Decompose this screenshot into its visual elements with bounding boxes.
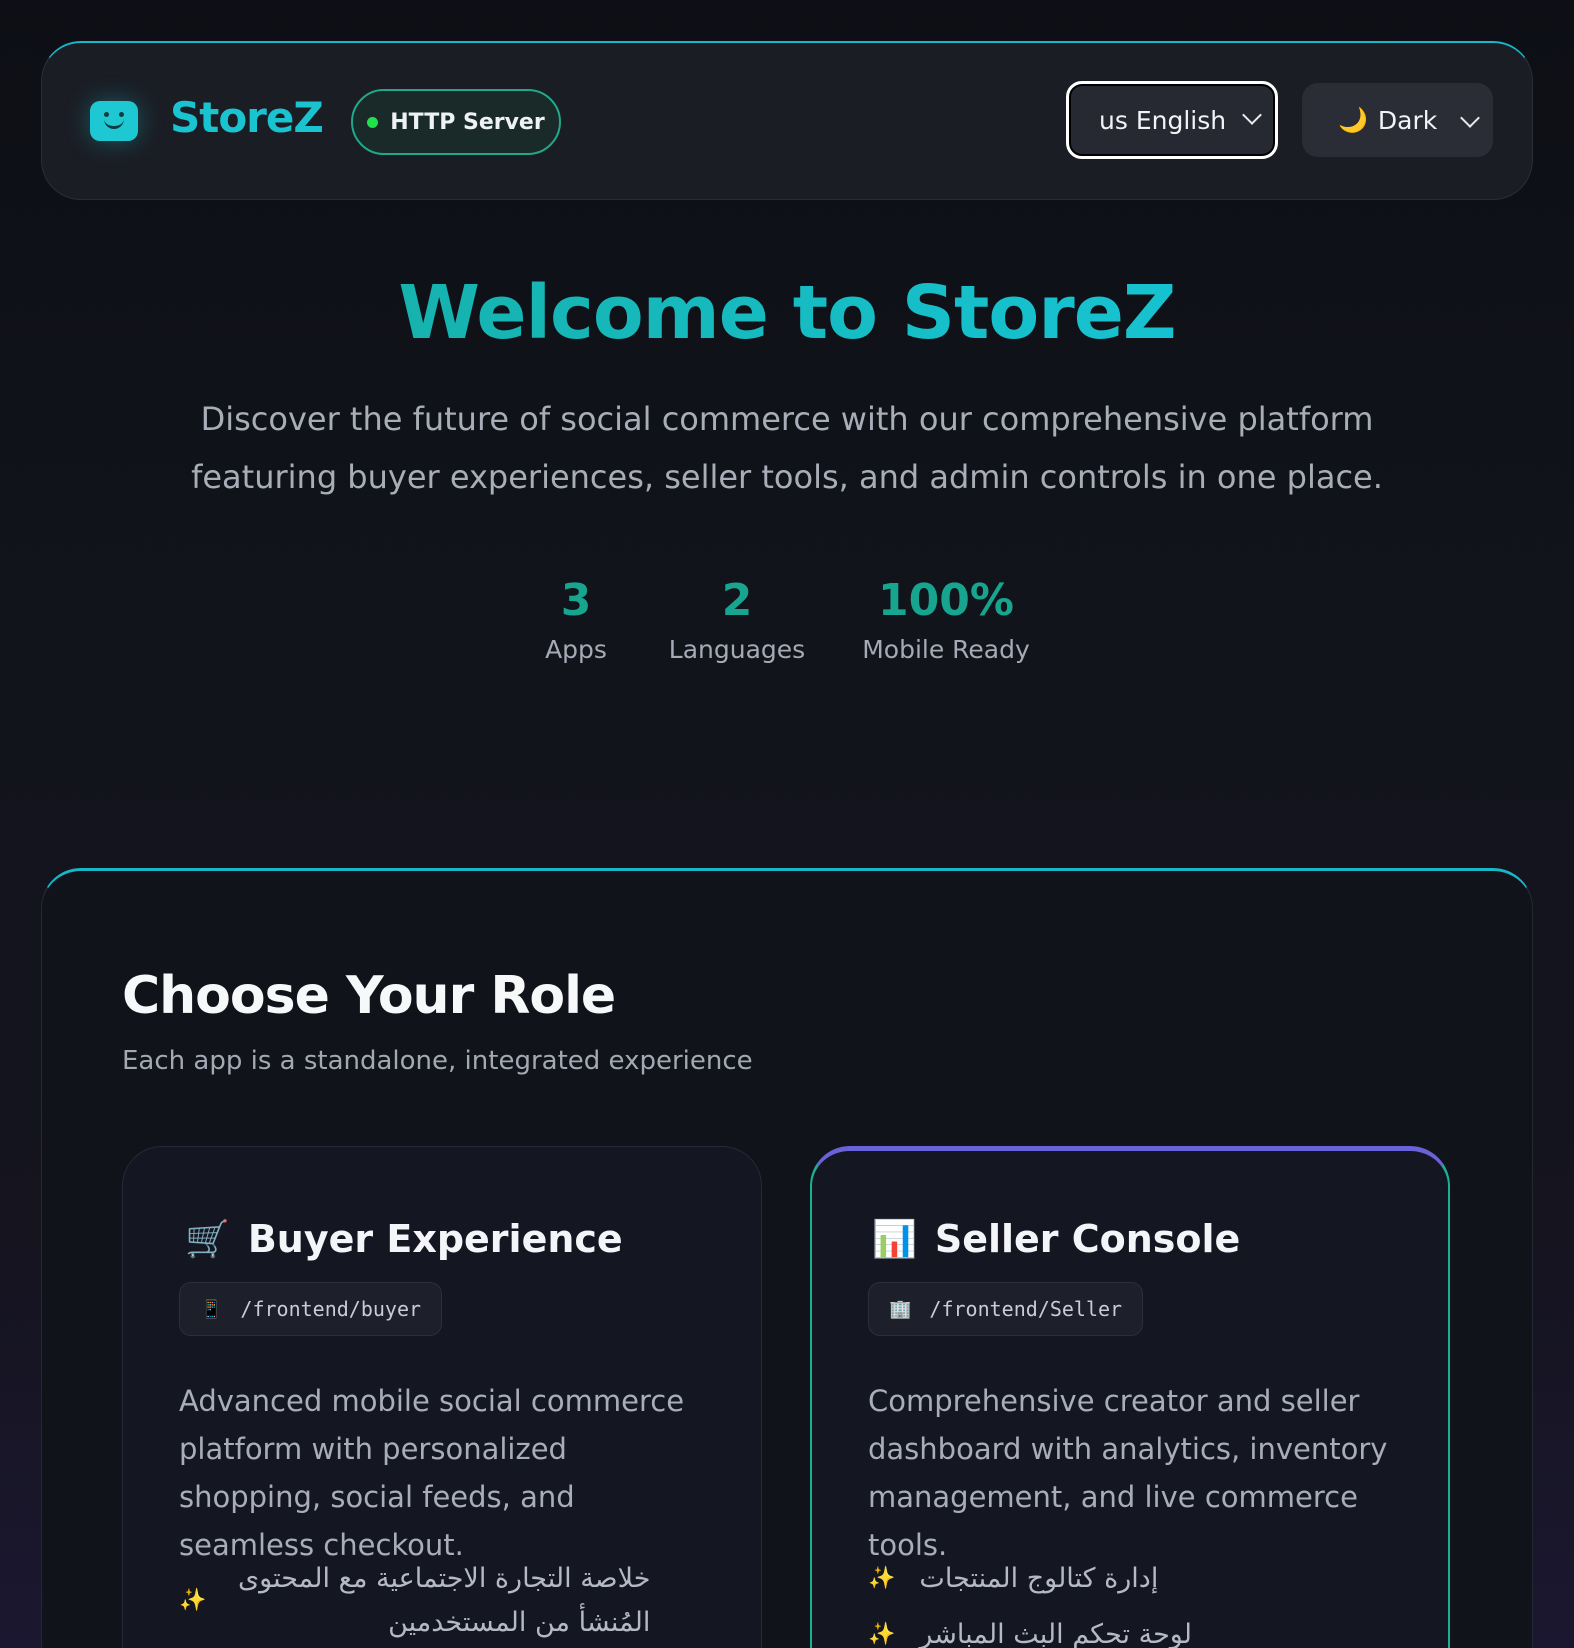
hero-title: Welcome to StoreZ: [0, 270, 1574, 356]
feature-item: ✨ خلاصة التجارة الاجتماعية مع المحتوى ال…: [179, 1557, 650, 1645]
shopping-cart-icon: 🛒: [185, 1219, 230, 1260]
sparkle-icon: ✨: [179, 1588, 207, 1613]
hero-subtitle-line: Discover the future of social commerce w…: [200, 400, 1374, 438]
office-building-icon: 🏢: [889, 1298, 912, 1320]
bar-chart-icon: 📊: [872, 1219, 917, 1260]
status-dot-icon: [367, 116, 379, 128]
choose-role-section: Choose Your Role Each app is a standalon…: [41, 868, 1533, 1648]
stat-label: Apps: [545, 635, 607, 664]
stat-languages: 2 Languages: [632, 575, 842, 664]
seller-console-card[interactable]: 📊 Seller Console 🏢 /frontend/Seller Comp…: [810, 1146, 1450, 1648]
section-subtitle: Each app is a standalone, integrated exp…: [122, 1046, 753, 1076]
buyer-experience-card[interactable]: 🛒 Buyer Experience 📱 /frontend/buyer Adv…: [122, 1146, 762, 1648]
feature-item: ✨ لوحة تحكم البث المباشر: [868, 1613, 1192, 1648]
card-title: 📊 Seller Console: [872, 1217, 1240, 1261]
path-text: /frontend/Seller: [929, 1297, 1123, 1321]
card-title: 🛒 Buyer Experience: [185, 1217, 623, 1261]
top-header: StoreZ HTTP Server us English 🌙 Dark: [41, 41, 1533, 200]
theme-select-value: Dark: [1377, 105, 1438, 135]
stat-value: 2: [721, 575, 753, 626]
section-title: Choose Your Role: [122, 966, 616, 1026]
feature-item: ✨ إدارة كتالوج المنتجات: [868, 1557, 1158, 1601]
card-description: Comprehensive creator and seller dashboa…: [868, 1384, 1388, 1562]
language-select[interactable]: us English: [1066, 81, 1278, 159]
card-title-text: Seller Console: [934, 1217, 1241, 1261]
hero-subtitle: Discover the future of social commerce w…: [187, 390, 1387, 506]
server-status-badge: HTTP Server: [351, 89, 561, 155]
mobile-phone-icon: 📱: [200, 1298, 223, 1320]
moon-icon: 🌙: [1338, 106, 1368, 134]
feature-text: إدارة كتالوج المنتجات: [919, 1563, 1159, 1594]
language-select-value: us English: [1099, 105, 1227, 135]
hero-subtitle-line: featuring buyer experiences, seller tool…: [191, 458, 1383, 496]
chevron-down-icon: [1460, 108, 1480, 128]
stat-label: Languages: [668, 635, 806, 664]
stat-value: 3: [560, 575, 592, 626]
feature-text: لوحة تحكم البث المباشر: [919, 1619, 1192, 1648]
stat-label: Mobile Ready: [862, 635, 1030, 664]
chevron-down-icon: [1242, 105, 1262, 125]
server-status-label: HTTP Server: [390, 109, 545, 135]
theme-select[interactable]: 🌙 Dark: [1302, 83, 1493, 157]
feature-text: خلاصة التجارة الاجتماعية مع المحتوى المُ…: [238, 1563, 651, 1638]
stats-row: 3 Apps 2 Languages 100% Mobile Ready: [520, 575, 1050, 664]
brand-name[interactable]: StoreZ: [170, 93, 324, 142]
card-title-text: Buyer Experience: [247, 1217, 623, 1261]
stat-value: 100%: [878, 575, 1014, 626]
storez-logo-icon[interactable]: [90, 101, 138, 141]
path-badge: 📱 /frontend/buyer: [179, 1282, 443, 1336]
sparkle-icon: ✨: [868, 1622, 896, 1647]
path-text: /frontend/buyer: [240, 1297, 422, 1321]
path-badge: 🏢 /frontend/Seller: [868, 1282, 1144, 1336]
stat-apps: 3 Apps: [520, 575, 632, 664]
stat-mobile-ready: 100% Mobile Ready: [842, 575, 1050, 664]
card-description: Advanced mobile social commerce platform…: [179, 1384, 685, 1562]
sparkle-icon: ✨: [868, 1566, 896, 1591]
